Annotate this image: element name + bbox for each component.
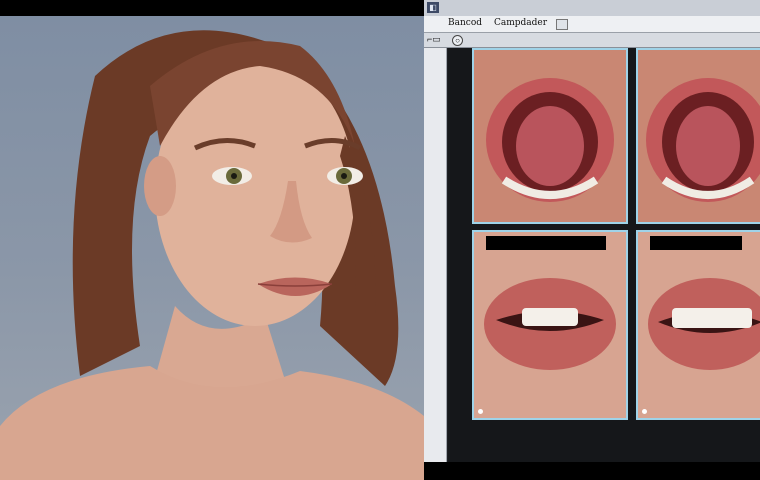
right-pupil bbox=[341, 173, 347, 179]
gallery-tile-open-mouth-1[interactable] bbox=[472, 48, 628, 224]
tile-label-bar bbox=[650, 236, 742, 250]
app-icon[interactable]: ◧ bbox=[427, 2, 439, 13]
side-panel bbox=[424, 48, 447, 462]
title-bar: ◧ bbox=[424, 0, 760, 17]
viewer-window: ◧ Bancod Campdader ⌐▭ ○ bbox=[424, 0, 760, 480]
open-mouth-image bbox=[474, 50, 626, 222]
status-strip bbox=[424, 462, 760, 480]
smile-image bbox=[638, 232, 760, 418]
portrait-viewport bbox=[0, 16, 424, 480]
left-pupil bbox=[231, 173, 237, 179]
ear bbox=[144, 156, 176, 216]
folder-icon[interactable]: ⌐▭ bbox=[427, 34, 441, 45]
tile-label-bar bbox=[486, 236, 606, 250]
toolbar: ⌐▭ ○ bbox=[424, 33, 760, 48]
menu-item-campdader[interactable]: Campdader bbox=[494, 18, 547, 28]
gallery-tile-smile-1[interactable] bbox=[472, 230, 628, 420]
image-gallery bbox=[448, 48, 760, 462]
smile-image bbox=[474, 232, 626, 418]
portrait-render bbox=[0, 30, 424, 480]
tile-indicator-dot bbox=[642, 409, 647, 414]
open-mouth-image bbox=[638, 50, 760, 222]
menu-item-bancod[interactable]: Bancod bbox=[448, 18, 482, 28]
menu-bar: Bancod Campdader bbox=[424, 16, 760, 33]
gallery-tile-smile-2[interactable] bbox=[636, 230, 760, 420]
window-icon[interactable] bbox=[556, 19, 568, 30]
circle-icon[interactable]: ○ bbox=[452, 35, 463, 46]
tile-indicator-dot bbox=[478, 409, 483, 414]
gallery-tile-open-mouth-2[interactable] bbox=[636, 48, 760, 224]
